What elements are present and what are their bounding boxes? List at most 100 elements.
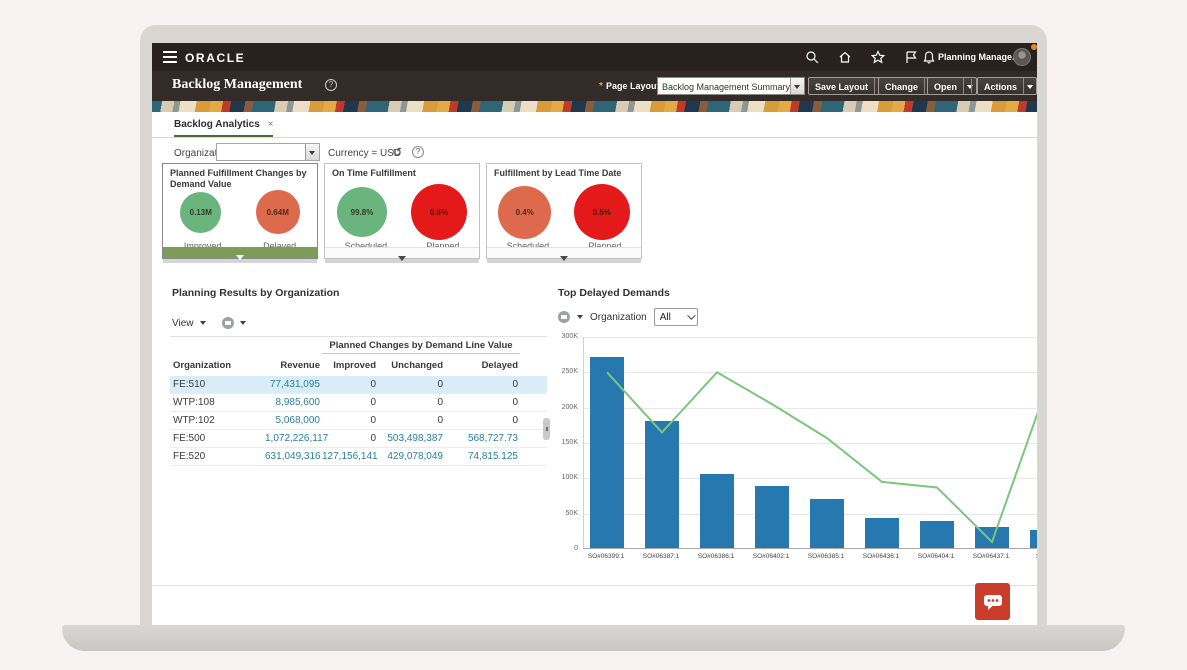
kpi-circle-improved: 0.13M [180, 192, 221, 233]
view-menu[interactable]: View [172, 318, 194, 329]
decorative-banner [152, 101, 1037, 112]
table-row[interactable]: FE:500 1,072,226,117 0 503,498,387 568,7… [170, 430, 547, 448]
view-menu-arrow-icon[interactable] [200, 321, 206, 325]
close-icon[interactable]: × [268, 119, 274, 130]
avatar[interactable] [1013, 48, 1031, 66]
panel-splitter-handle[interactable] [543, 418, 550, 440]
detach-icon[interactable] [558, 311, 570, 323]
page-title: Backlog Management [172, 77, 302, 93]
group-header-label: Planned Changes by Demand Line Value [322, 340, 520, 354]
revenue-link[interactable]: 8,985,600 [265, 397, 322, 408]
notification-dot [1031, 44, 1037, 50]
chart-y-axis: 050K100K150K200K250K300K [550, 337, 580, 549]
page-layout-select[interactable]: Backlog Management Summary [657, 77, 805, 95]
col-organization: Organization [170, 360, 265, 371]
dropdown-arrow-icon[interactable] [305, 144, 319, 160]
save-layout-button[interactable]: Save Layout [808, 77, 888, 95]
table-row[interactable]: WTP:108 8,985,600 0 0 0 [170, 394, 547, 412]
y-tick-label: 100K [562, 474, 578, 481]
col-unchanged: Unchanged [378, 360, 445, 371]
chart-x-label: SO#06387:1 [631, 553, 691, 560]
delayed-cell: 0 [445, 397, 520, 408]
unchanged-cell[interactable]: 503,498,387 [378, 433, 445, 444]
detach-icon[interactable] [222, 317, 234, 329]
open-label: Open [928, 78, 963, 94]
dropdown-arrow-icon[interactable] [790, 78, 804, 94]
improved-cell: 0 [322, 397, 378, 408]
chart-x-label: SO#06399:1 [583, 553, 636, 560]
org-cell: FE:500 [170, 433, 265, 444]
kpi-card-on-time-fulfillment[interactable]: On Time Fulfillment 99.8% 0.6% Scheduled… [324, 163, 480, 259]
refresh-icon[interactable]: ↺ [392, 145, 402, 159]
revenue-link[interactable]: 631,049,316 [265, 451, 322, 462]
card-expander-arrow-icon[interactable] [163, 247, 317, 258]
revenue-link[interactable]: 5,068,000 [265, 415, 322, 426]
page-header: Backlog Management ? * Page Layout Backl… [152, 71, 1037, 101]
unchanged-cell: 0 [378, 379, 445, 390]
flag-icon[interactable] [904, 50, 918, 64]
kpi-circle-planned: 0.5% [574, 184, 630, 240]
chat-button[interactable] [975, 583, 1010, 620]
laptop-base [62, 625, 1125, 651]
tab-label: Backlog Analytics [174, 119, 260, 130]
toolbar-arrow-icon[interactable] [577, 315, 583, 319]
search-icon[interactable] [805, 50, 819, 64]
col-revenue: Revenue [265, 360, 322, 371]
results-table-body: FE:510 77,431,095 0 0 0 WTP:108 8,985,60… [170, 376, 547, 466]
chart-trend-line [584, 337, 1037, 549]
organization-filter-value [217, 144, 305, 160]
kpi-card-planned-fulfillment-changes[interactable]: Planned Fulfillment Changes by Demand Va… [162, 163, 318, 259]
y-tick-label: 0 [574, 545, 578, 552]
hamburger-menu-icon[interactable] [163, 51, 177, 63]
save-layout-label: Save Layout [809, 78, 874, 94]
kpi-circle-scheduled: 99.8% [337, 187, 387, 237]
page-layout-value: Backlog Management Summary [658, 78, 790, 94]
y-tick-label: 50K [566, 510, 578, 517]
chart-organization-select[interactable]: All [654, 308, 698, 326]
table-row[interactable]: WTP:102 5,068,000 0 0 0 [170, 412, 547, 430]
unchanged-cell: 0 [378, 397, 445, 408]
chart-x-label: SO#06 [1016, 553, 1037, 560]
card-expander-arrow-icon[interactable] [325, 247, 479, 258]
delayed-cell: 0 [445, 415, 520, 426]
y-tick-label: 250K [562, 368, 578, 375]
kpi-circle-scheduled: 0.4% [498, 186, 551, 239]
org-cell: WTP:102 [170, 415, 265, 426]
app-screen: ORACLE Planning Manage... Backlog Manage… [152, 43, 1037, 625]
table-row[interactable]: FE:520 631,049,316 127,156,141 429,078,0… [170, 448, 547, 466]
chart-toolbar: Organization All [558, 308, 698, 326]
org-cell: FE:520 [170, 451, 265, 462]
main-content: Backlog Analytics × Organization Currenc… [152, 112, 1037, 625]
organization-filter-select[interactable] [216, 143, 320, 161]
delayed-panel-title: Top Delayed Demands [558, 287, 670, 299]
unchanged-cell: 0 [378, 415, 445, 426]
dropdown-arrow-icon[interactable] [1023, 78, 1036, 94]
kpi-card-fulfillment-by-lead-time[interactable]: Fulfillment by Lead Time Date 0.4% 0.5% … [486, 163, 642, 259]
required-marker: * [599, 81, 603, 92]
toolbar-arrow-icon[interactable] [240, 321, 246, 325]
actions-button[interactable]: Actions [977, 77, 1037, 95]
improved-cell[interactable]: 127,156,141 [322, 451, 378, 462]
help-icon[interactable]: ? [412, 146, 424, 158]
favorites-star-icon[interactable] [871, 50, 885, 64]
revenue-link[interactable]: 1,072,226,117 [265, 433, 322, 444]
dropdown-arrow-icon[interactable] [963, 78, 976, 94]
help-icon[interactable]: ? [325, 79, 337, 91]
notifications-bell-icon[interactable] [922, 50, 936, 64]
table-row[interactable]: FE:510 77,431,095 0 0 0 [170, 376, 547, 394]
tab-backlog-analytics[interactable]: Backlog Analytics × [174, 119, 273, 138]
kpi-circle-planned: 0.6% [411, 184, 467, 240]
y-tick-label: 200K [562, 404, 578, 411]
delayed-cell[interactable]: 568,727.73 [445, 433, 520, 444]
unchanged-cell[interactable]: 429,078,049 [378, 451, 445, 462]
content-bottom-divider [152, 585, 1037, 586]
improved-cell: 0 [322, 379, 378, 390]
kpi-circle-delayed: 0.64M [256, 190, 300, 234]
open-button[interactable]: Open [927, 77, 977, 95]
home-icon[interactable] [838, 50, 852, 64]
actions-label: Actions [978, 78, 1023, 94]
card-expander-arrow-icon[interactable] [487, 247, 641, 258]
revenue-link[interactable]: 77,431,095 [265, 379, 322, 390]
delayed-cell[interactable]: 74,815.125 [445, 451, 520, 462]
chart-x-label: SO#06402:1 [741, 553, 801, 560]
